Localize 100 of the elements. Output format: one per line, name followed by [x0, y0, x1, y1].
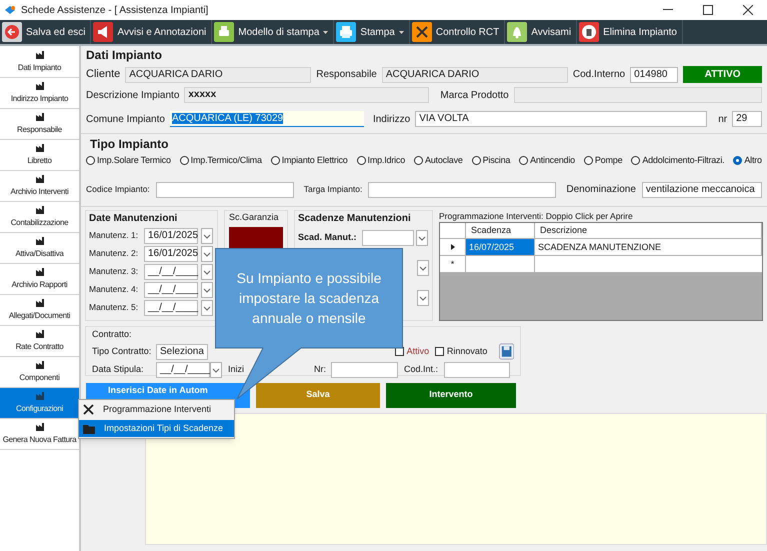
field-label: Manutenz. 4:: [89, 283, 140, 296]
field-label: Descrizione Impianto: [86, 88, 180, 102]
sidebar-item[interactable]: Configurazioni: [0, 388, 79, 419]
warranty-color-block: [229, 227, 283, 249]
dropdown-button[interactable]: [417, 260, 429, 276]
toolbar-button[interactable]: Avvisi e Annotazioni: [91, 20, 212, 44]
save-icon[interactable]: [498, 343, 514, 360]
section-title: Dati Impianto: [86, 48, 164, 62]
field-label: Manutenz. 1:: [89, 229, 140, 242]
input-field[interactable]: __/__/____: [144, 264, 198, 280]
input-field[interactable]: [368, 182, 556, 198]
input-field[interactable]: xxxxx: [184, 87, 430, 103]
megaphone-icon: [93, 22, 114, 42]
input-field[interactable]: [156, 182, 294, 198]
field-label: Indirizzo: [372, 112, 410, 126]
radio-button[interactable]: [519, 156, 528, 166]
field-label: Data Stipula:: [92, 363, 145, 376]
dropdown-button[interactable]: [201, 246, 213, 262]
radio-button[interactable]: [356, 156, 366, 166]
dropdown-button[interactable]: [416, 230, 428, 246]
maximize-icon[interactable]: [703, 5, 713, 15]
radio-option[interactable]: Imp.Solare Termico: [86, 154, 171, 168]
folder-icon: [83, 424, 95, 434]
minimize-icon[interactable]: [663, 9, 673, 11]
dropdown-button[interactable]: [201, 228, 213, 244]
dropdown-button[interactable]: [201, 282, 213, 298]
radio-button[interactable]: [733, 156, 742, 166]
group-title: Date Manutenzioni: [89, 212, 178, 226]
radio-option[interactable]: Altro: [733, 154, 762, 168]
section-title: Tipo Impianto: [90, 137, 170, 151]
input-field[interactable]: 16/01/2025: [144, 246, 198, 262]
input-field[interactable]: ventilazione meccanoica: [642, 182, 762, 198]
radio-button[interactable]: [414, 156, 423, 166]
input-field[interactable]: [514, 87, 762, 103]
field-label: Tipo Contratto:: [92, 344, 152, 358]
input-field[interactable]: Seleziona: [156, 344, 208, 360]
input-field[interactable]: __/__/____: [144, 282, 198, 298]
dropdown-button[interactable]: [210, 362, 222, 378]
field-label: Denominazione: [566, 183, 636, 197]
menu-item[interactable]: Impostazioni Tipi di Scadenze: [79, 420, 234, 437]
input-field[interactable]: 16/01/2025: [144, 228, 198, 244]
back-arrow-icon: [2, 22, 22, 42]
input-field[interactable]: 29: [732, 111, 762, 127]
callout-text: Su Impianto e possibile impostare la scadenza annuale o mensile: [236, 269, 382, 328]
radio-option[interactable]: Pompe: [584, 154, 622, 168]
radio-button[interactable]: [472, 156, 481, 166]
input-field[interactable]: [331, 362, 398, 378]
radio-option[interactable]: Autoclave: [414, 154, 463, 168]
input-field[interactable]: [362, 230, 414, 246]
dropdown-button[interactable]: [417, 290, 429, 306]
input-field[interactable]: __/__/____: [156, 362, 210, 378]
radio-option[interactable]: Imp.Idrico: [356, 154, 406, 168]
field-label: Manutenz. 3:: [89, 265, 140, 278]
printer-icon: [214, 22, 234, 42]
input-field[interactable]: VIA VOLTA: [415, 111, 708, 127]
toolbar-button[interactable]: Avvisami: [505, 20, 578, 44]
radio-button[interactable]: [270, 156, 280, 166]
dropdown-button[interactable]: [201, 264, 213, 280]
field-label: Comune Impianto: [86, 112, 165, 126]
radio-button[interactable]: [180, 156, 189, 166]
toolbar-button[interactable]: Modello di stampa: [212, 20, 334, 44]
input-field[interactable]: [444, 362, 510, 378]
radio-option[interactable]: Piscina: [472, 154, 510, 168]
input-field[interactable]: __/__/____: [144, 300, 198, 316]
checkbox[interactable]: Rinnovato: [434, 344, 488, 358]
field-label: Targa Impianto:: [304, 183, 362, 196]
grid-title: Programmazione Interventi: Doppio Click per Aprire: [439, 210, 634, 222]
group-title: Sc.Garanzia: [229, 210, 280, 224]
radio-option[interactable]: Antincendio: [519, 154, 575, 168]
field-label: Scad. Manut.:: [298, 230, 358, 244]
radio-option[interactable]: Imp.Termico/Clima: [180, 154, 262, 168]
factory-icon: [34, 50, 44, 60]
table-cell: 16/07/2025: [466, 239, 535, 256]
field-label: Inizi: [228, 363, 244, 376]
group-title: Scadenze Manutenzioni: [298, 212, 412, 226]
window-title: Schede Assistenze - [ Assistenza Impianti]: [21, 4, 208, 18]
app-icon: [4, 5, 16, 15]
toolbar-button[interactable]: Salva ed esci: [0, 20, 92, 44]
input-field[interactable]: ACQUARICA DARIO: [125, 66, 312, 82]
group-title: Contratto:: [92, 328, 133, 340]
table-cell: [466, 256, 535, 274]
dropdown-button[interactable]: [201, 300, 213, 316]
radio-option[interactable]: Impianto Elettrico: [270, 154, 348, 168]
input-field[interactable]: 014980: [630, 66, 678, 82]
radio-button[interactable]: [584, 156, 593, 166]
toolbar-button[interactable]: Stampa: [334, 20, 410, 44]
toolbar-button[interactable]: Elimina Impianto: [577, 20, 683, 44]
action-button[interactable]: Intervento: [386, 382, 516, 408]
bell-icon: [507, 22, 528, 42]
printer-icon: [336, 22, 356, 42]
close-icon[interactable]: [743, 5, 753, 15]
radio-button[interactable]: [86, 156, 95, 166]
input-field[interactable]: ACQUARICA DARIO: [382, 66, 568, 82]
data-grid[interactable]: Scadenza Descrizione 16/07/2025 SCADENZA MANUTENZIONE *: [439, 222, 763, 320]
input-field[interactable]: ACQUARICA (LE) 73029: [170, 111, 364, 127]
toolbar-button[interactable]: Controllo RCT: [410, 20, 506, 44]
field-label: Manutenz. 5:: [89, 301, 140, 314]
radio-option[interactable]: Addolcimento-Filtrazi.: [631, 154, 724, 168]
current-row-icon: [450, 244, 454, 250]
radio-button[interactable]: [631, 156, 640, 166]
